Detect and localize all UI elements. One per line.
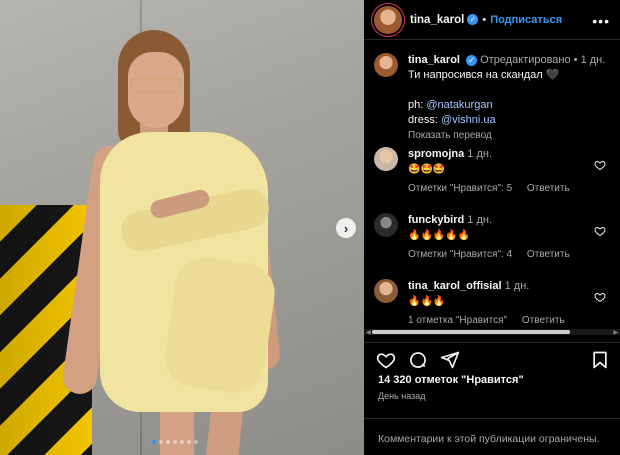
horizontal-scrollbar[interactable]: ◀ ▶ xyxy=(364,329,620,336)
verified-icon: ✓ xyxy=(467,14,479,25)
carousel-dot xyxy=(159,440,163,444)
comment-likes[interactable]: 1 отметка "Нравится" xyxy=(408,315,507,326)
caption-username[interactable]: tina_karol xyxy=(408,54,460,66)
post-photo[interactable]: › xyxy=(0,0,364,455)
more-icon[interactable]: ••• xyxy=(592,13,610,29)
post-actions xyxy=(364,342,620,372)
likes-count[interactable]: 14 320 отметок "Нравится" xyxy=(378,374,524,386)
separator-dot: • xyxy=(573,54,581,66)
post-header: tina_karol ✓ • Подписаться ••• xyxy=(364,0,620,40)
comment-avatar[interactable] xyxy=(374,279,398,303)
carousel-dot xyxy=(187,440,191,444)
follow-button[interactable]: Подписаться xyxy=(490,14,562,26)
caption-time: 1 дн. xyxy=(580,54,606,66)
comment-time: 1 дн. xyxy=(504,280,530,292)
comment-likes[interactable]: Отметки "Нравится": 5 xyxy=(408,183,512,194)
comments-limited-text: Комментарии к этой публикации ограничены… xyxy=(378,433,600,445)
comment-item: funckybird 1 дн. 🔥🔥🔥🔥🔥 Отметки "Нравится… xyxy=(374,213,614,262)
caption-credit-ph: ph: @natakurgan xyxy=(408,98,614,113)
heart-icon[interactable] xyxy=(376,350,396,370)
comments-scroll[interactable]: tina_karol ✓ Отредактировано • 1 дн. Ти … xyxy=(364,41,620,330)
dress-mention-link[interactable]: @vishni.ua xyxy=(441,114,496,126)
comment-icon[interactable] xyxy=(408,350,428,370)
carousel-dots xyxy=(152,440,198,444)
comment-username[interactable]: tina_karol_offisial xyxy=(408,280,502,292)
ph-mention-link[interactable]: @natakurgan xyxy=(426,99,492,111)
comment-username[interactable]: spromojna xyxy=(408,148,464,160)
scroll-right-arrow[interactable]: ▶ xyxy=(613,329,618,336)
verified-icon: ✓ xyxy=(466,54,478,66)
comment-item: tina_karol_offisial 1 дн. 🔥🔥🔥 1 отметка … xyxy=(374,279,614,328)
scrollbar-thumb[interactable] xyxy=(372,330,570,334)
carousel-dot xyxy=(194,440,198,444)
heart-icon[interactable] xyxy=(594,291,606,303)
comment-time: 1 дн. xyxy=(467,214,493,226)
dress-label: dress: xyxy=(408,114,438,126)
comment-text: 🔥🔥🔥 xyxy=(408,296,446,307)
comment-text: 🔥🔥🔥🔥🔥 xyxy=(408,230,471,241)
author-username[interactable]: tina_karol xyxy=(410,14,464,26)
carousel-dot xyxy=(166,440,170,444)
post-side-panel: tina_karol ✓ • Подписаться ••• tina_karo… xyxy=(364,0,620,455)
caption-credit-dress: dress: @vishni.ua xyxy=(408,113,614,128)
ph-label: ph: xyxy=(408,99,424,111)
comment-username[interactable]: funckybird xyxy=(408,214,464,226)
comments-limited-footer: Комментарии к этой публикации ограничены… xyxy=(364,418,620,455)
share-icon[interactable] xyxy=(440,350,460,370)
author-avatar[interactable] xyxy=(374,5,402,34)
caption-avatar[interactable] xyxy=(374,53,398,77)
carousel-dot xyxy=(173,440,177,444)
caption: tina_karol ✓ Отредактировано • 1 дн. Ти … xyxy=(374,53,614,143)
comment-likes[interactable]: Отметки "Нравится": 4 xyxy=(408,249,512,260)
comment-time: 1 дн. xyxy=(467,148,493,160)
comment-item: spromojna 1 дн. 🤩🤩🤩 Отметки "Нравится": … xyxy=(374,147,614,196)
show-translation-link[interactable]: Показать перевод xyxy=(408,128,614,143)
bookmark-icon[interactable] xyxy=(590,350,610,370)
comment-avatar[interactable] xyxy=(374,147,398,171)
heart-icon[interactable] xyxy=(594,225,606,237)
comment-avatar[interactable] xyxy=(374,213,398,237)
caption-text: Ти напросився на скандал 🖤 xyxy=(408,69,560,81)
post-date: День назад xyxy=(378,391,426,401)
dress-wrap xyxy=(161,253,279,397)
model-glasses xyxy=(130,78,182,92)
chevron-right-icon: › xyxy=(343,220,349,236)
carousel-next-button[interactable]: › xyxy=(336,218,356,238)
carousel-dot xyxy=(180,440,184,444)
edited-label: Отредактировано xyxy=(480,54,571,66)
comment-reply-button[interactable]: Ответить xyxy=(522,315,565,326)
separator-dot: • xyxy=(482,13,487,26)
carousel-dot xyxy=(152,440,156,444)
comment-text: 🤩🤩🤩 xyxy=(408,164,446,175)
comment-reply-button[interactable]: Ответить xyxy=(527,249,570,260)
heart-icon[interactable] xyxy=(594,159,606,171)
comment-reply-button[interactable]: Ответить xyxy=(527,183,570,194)
scroll-left-arrow[interactable]: ◀ xyxy=(366,329,371,336)
